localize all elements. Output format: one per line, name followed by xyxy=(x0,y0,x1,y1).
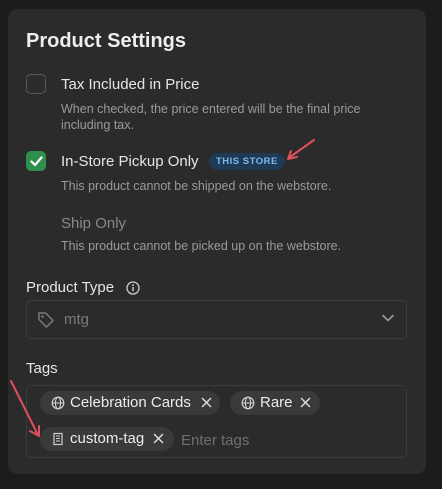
tax-included-label: Tax Included in Price xyxy=(61,76,200,93)
page-title: Product Settings xyxy=(26,30,187,52)
product-type-select[interactable]: mtg xyxy=(26,300,407,339)
ship-only-description: This product cannot be picked up on the … xyxy=(61,239,342,253)
tag-chip-celebration-cards: Celebration Cards xyxy=(40,391,220,415)
in-store-pickup-description: This product cannot be shipped on the we… xyxy=(61,179,332,193)
in-store-pickup-checkbox[interactable] xyxy=(26,151,46,171)
tax-included-description: When checked, the price entered will be … xyxy=(61,102,361,132)
checkmark-icon xyxy=(30,156,43,167)
globe-icon xyxy=(241,396,255,410)
chevron-down-icon xyxy=(382,314,394,322)
this-store-badge: THIS STORE xyxy=(209,153,285,170)
tag-chip-label: Celebration Cards xyxy=(70,394,191,411)
tag-icon xyxy=(38,312,54,328)
building-icon xyxy=(53,432,63,446)
globe-icon xyxy=(51,396,65,410)
ship-only-label[interactable]: Ship Only xyxy=(61,215,126,232)
annotation-arrow-icon xyxy=(287,139,315,160)
tags-input[interactable] xyxy=(181,430,381,450)
remove-tag-icon[interactable] xyxy=(300,397,311,408)
tag-chip-label: custom-tag xyxy=(70,430,145,447)
remove-tag-icon[interactable] xyxy=(153,433,164,444)
tax-included-checkbox[interactable] xyxy=(26,74,46,94)
product-type-label: Product Type xyxy=(26,279,115,296)
tag-chip-custom-tag: custom-tag xyxy=(40,427,174,451)
annotation-arrow-icon xyxy=(10,380,40,437)
in-store-pickup-label: In-Store Pickup Only xyxy=(61,153,199,170)
product-type-value: mtg xyxy=(64,311,90,328)
info-icon[interactable] xyxy=(126,281,140,295)
tags-label: Tags xyxy=(26,360,58,377)
remove-tag-icon[interactable] xyxy=(201,397,212,408)
tag-chip-rare: Rare xyxy=(230,391,320,415)
tag-chip-label: Rare xyxy=(260,394,293,411)
